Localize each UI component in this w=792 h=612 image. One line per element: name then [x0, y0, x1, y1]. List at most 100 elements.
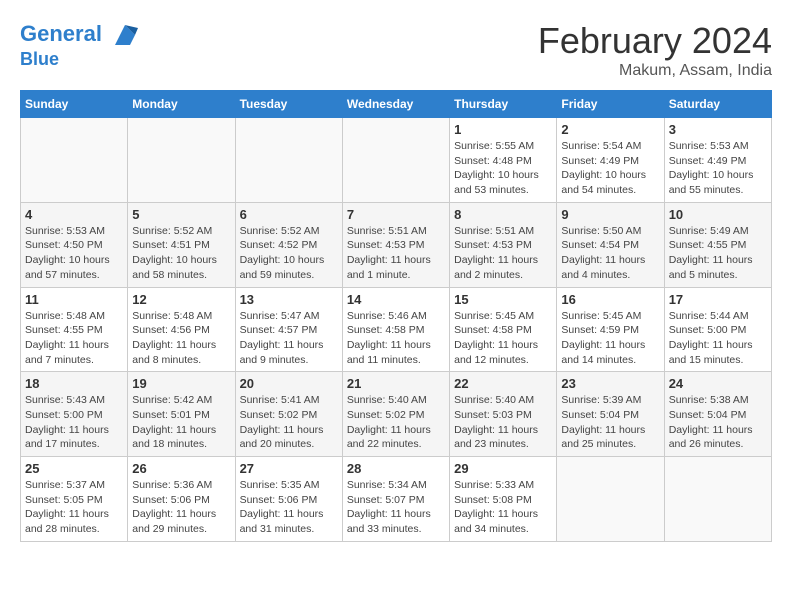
- day-number: 11: [25, 292, 123, 307]
- calendar-cell: [557, 457, 664, 542]
- day-number: 15: [454, 292, 552, 307]
- day-number: 9: [561, 207, 659, 222]
- day-number: 24: [669, 376, 767, 391]
- logo: General Blue: [20, 20, 140, 70]
- calendar-cell: 17 Sunrise: 5:44 AM Sunset: 5:00 PM Dayli…: [664, 287, 771, 372]
- calendar-cell: [128, 118, 235, 203]
- calendar-cell: 12Sunrise: 5:48 AM Sunset: 4:56 PM Dayli…: [128, 287, 235, 372]
- calendar-cell: 13Sunrise: 5:47 AM Sunset: 4:57 PM Dayli…: [235, 287, 342, 372]
- day-detail: Sunrise: 5:42 AM Sunset: 5:01 PM Dayligh…: [132, 393, 230, 452]
- day-detail: Sunrise: 5:35 AM Sunset: 5:06 PM Dayligh…: [240, 478, 338, 537]
- day-number: 14: [347, 292, 445, 307]
- day-detail: Sunrise: 5:48 AM Sunset: 4:56 PM Dayligh…: [132, 309, 230, 368]
- day-number: 18: [25, 376, 123, 391]
- calendar-cell: 27 Sunrise: 5:35 AM Sunset: 5:06 PM Dayli…: [235, 457, 342, 542]
- day-detail: Sunrise: 5:55 AM Sunset: 4:48 PM Dayligh…: [454, 139, 552, 198]
- calendar-cell: 20 Sunrise: 5:41 AM Sunset: 5:02 PM Dayli…: [235, 372, 342, 457]
- calendar-cell: 15Sunrise: 5:45 AM Sunset: 4:58 PM Dayli…: [450, 287, 557, 372]
- calendar-table: SundayMondayTuesdayWednesdayThursdayFrid…: [20, 90, 772, 542]
- week-row-5: 25 Sunrise: 5:37 AM Sunset: 5:05 PM Dayli…: [21, 457, 772, 542]
- day-detail: Sunrise: 5:52 AM Sunset: 4:51 PM Dayligh…: [132, 224, 230, 283]
- calendar-cell: 8 Sunrise: 5:51 AM Sunset: 4:53 PM Daylig…: [450, 202, 557, 287]
- day-number: 5: [132, 207, 230, 222]
- day-number: 23: [561, 376, 659, 391]
- day-detail: Sunrise: 5:39 AM Sunset: 5:04 PM Dayligh…: [561, 393, 659, 452]
- week-row-4: 18 Sunrise: 5:43 AM Sunset: 5:00 PM Dayli…: [21, 372, 772, 457]
- col-header-friday: Friday: [557, 91, 664, 118]
- logo-blue-text: Blue: [20, 50, 140, 70]
- day-number: 3: [669, 122, 767, 137]
- logo-text: General: [20, 20, 140, 50]
- day-detail: Sunrise: 5:49 AM Sunset: 4:55 PM Dayligh…: [669, 224, 767, 283]
- day-number: 25: [25, 461, 123, 476]
- week-row-1: 1 Sunrise: 5:55 AM Sunset: 4:48 PM Daylig…: [21, 118, 772, 203]
- day-detail: Sunrise: 5:34 AM Sunset: 5:07 PM Dayligh…: [347, 478, 445, 537]
- day-number: 27: [240, 461, 338, 476]
- calendar-cell: [664, 457, 771, 542]
- day-detail: Sunrise: 5:45 AM Sunset: 4:59 PM Dayligh…: [561, 309, 659, 368]
- day-number: 10: [669, 207, 767, 222]
- calendar-cell: 4 Sunrise: 5:53 AM Sunset: 4:50 PM Daylig…: [21, 202, 128, 287]
- day-detail: Sunrise: 5:54 AM Sunset: 4:49 PM Dayligh…: [561, 139, 659, 198]
- calendar-cell: 18 Sunrise: 5:43 AM Sunset: 5:00 PM Dayli…: [21, 372, 128, 457]
- day-detail: Sunrise: 5:44 AM Sunset: 5:00 PM Dayligh…: [669, 309, 767, 368]
- day-number: 8: [454, 207, 552, 222]
- day-number: 26: [132, 461, 230, 476]
- day-detail: Sunrise: 5:40 AM Sunset: 5:02 PM Dayligh…: [347, 393, 445, 452]
- week-row-3: 11 Sunrise: 5:48 AM Sunset: 4:55 PM Dayli…: [21, 287, 772, 372]
- day-detail: Sunrise: 5:48 AM Sunset: 4:55 PM Dayligh…: [25, 309, 123, 368]
- day-number: 17: [669, 292, 767, 307]
- calendar-cell: 11 Sunrise: 5:48 AM Sunset: 4:55 PM Dayli…: [21, 287, 128, 372]
- calendar-cell: 16Sunrise: 5:45 AM Sunset: 4:59 PM Dayli…: [557, 287, 664, 372]
- calendar-header-row: SundayMondayTuesdayWednesdayThursdayFrid…: [21, 91, 772, 118]
- location-title: Makum, Assam, India: [538, 62, 772, 80]
- day-number: 22: [454, 376, 552, 391]
- calendar-cell: 26 Sunrise: 5:36 AM Sunset: 5:06 PM Dayli…: [128, 457, 235, 542]
- day-number: 29: [454, 461, 552, 476]
- day-detail: Sunrise: 5:51 AM Sunset: 4:53 PM Dayligh…: [347, 224, 445, 283]
- month-title: February 2024: [538, 20, 772, 62]
- calendar-cell: 25 Sunrise: 5:37 AM Sunset: 5:05 PM Dayli…: [21, 457, 128, 542]
- calendar-cell: 22 Sunrise: 5:40 AM Sunset: 5:03 PM Dayli…: [450, 372, 557, 457]
- calendar-cell: 2 Sunrise: 5:54 AM Sunset: 4:49 PM Daylig…: [557, 118, 664, 203]
- day-number: 1: [454, 122, 552, 137]
- calendar-cell: [342, 118, 449, 203]
- calendar-cell: 7Sunrise: 5:51 AM Sunset: 4:53 PM Daylig…: [342, 202, 449, 287]
- day-detail: Sunrise: 5:50 AM Sunset: 4:54 PM Dayligh…: [561, 224, 659, 283]
- calendar-cell: 5 Sunrise: 5:52 AM Sunset: 4:51 PM Daylig…: [128, 202, 235, 287]
- col-header-wednesday: Wednesday: [342, 91, 449, 118]
- day-detail: Sunrise: 5:51 AM Sunset: 4:53 PM Dayligh…: [454, 224, 552, 283]
- day-number: 21: [347, 376, 445, 391]
- calendar-cell: 14 Sunrise: 5:46 AM Sunset: 4:58 PM Dayli…: [342, 287, 449, 372]
- title-area: February 2024 Makum, Assam, India: [538, 20, 772, 80]
- day-detail: Sunrise: 5:37 AM Sunset: 5:05 PM Dayligh…: [25, 478, 123, 537]
- col-header-tuesday: Tuesday: [235, 91, 342, 118]
- col-header-saturday: Saturday: [664, 91, 771, 118]
- day-detail: Sunrise: 5:38 AM Sunset: 5:04 PM Dayligh…: [669, 393, 767, 452]
- day-number: 4: [25, 207, 123, 222]
- day-detail: Sunrise: 5:41 AM Sunset: 5:02 PM Dayligh…: [240, 393, 338, 452]
- calendar-cell: 10 Sunrise: 5:49 AM Sunset: 4:55 PM Dayli…: [664, 202, 771, 287]
- day-detail: Sunrise: 5:46 AM Sunset: 4:58 PM Dayligh…: [347, 309, 445, 368]
- day-number: 28: [347, 461, 445, 476]
- calendar-cell: 28 Sunrise: 5:34 AM Sunset: 5:07 PM Dayli…: [342, 457, 449, 542]
- day-number: 6: [240, 207, 338, 222]
- calendar-cell: 19 Sunrise: 5:42 AM Sunset: 5:01 PM Dayli…: [128, 372, 235, 457]
- calendar-cell: 9 Sunrise: 5:50 AM Sunset: 4:54 PM Daylig…: [557, 202, 664, 287]
- calendar-cell: [235, 118, 342, 203]
- day-detail: Sunrise: 5:36 AM Sunset: 5:06 PM Dayligh…: [132, 478, 230, 537]
- calendar-cell: 24 Sunrise: 5:38 AM Sunset: 5:04 PM Dayli…: [664, 372, 771, 457]
- day-detail: Sunrise: 5:43 AM Sunset: 5:00 PM Dayligh…: [25, 393, 123, 452]
- day-number: 2: [561, 122, 659, 137]
- day-number: 13: [240, 292, 338, 307]
- calendar-cell: 21 Sunrise: 5:40 AM Sunset: 5:02 PM Dayli…: [342, 372, 449, 457]
- calendar-cell: 23 Sunrise: 5:39 AM Sunset: 5:04 PM Dayli…: [557, 372, 664, 457]
- day-detail: Sunrise: 5:40 AM Sunset: 5:03 PM Dayligh…: [454, 393, 552, 452]
- day-number: 20: [240, 376, 338, 391]
- week-row-2: 4 Sunrise: 5:53 AM Sunset: 4:50 PM Daylig…: [21, 202, 772, 287]
- day-detail: Sunrise: 5:53 AM Sunset: 4:50 PM Dayligh…: [25, 224, 123, 283]
- header: General Blue February 2024 Makum, Assam,…: [20, 20, 772, 80]
- calendar-cell: 6Sunrise: 5:52 AM Sunset: 4:52 PM Daylig…: [235, 202, 342, 287]
- calendar-cell: 1 Sunrise: 5:55 AM Sunset: 4:48 PM Daylig…: [450, 118, 557, 203]
- day-number: 19: [132, 376, 230, 391]
